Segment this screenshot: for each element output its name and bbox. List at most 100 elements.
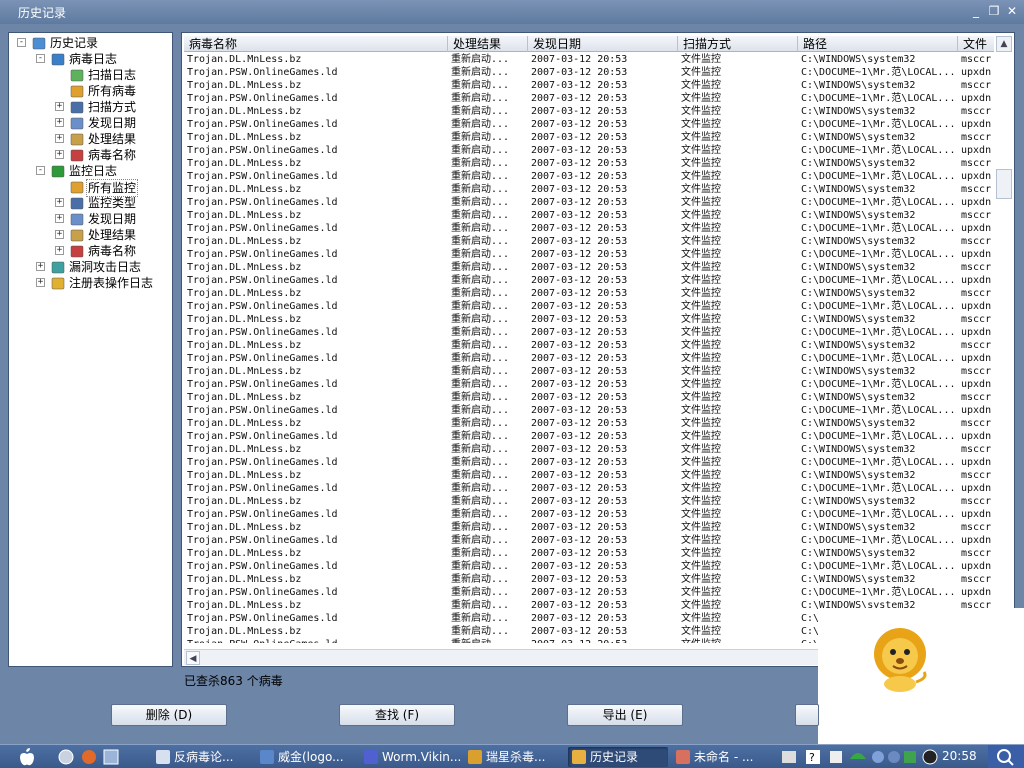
column-header-5[interactable]: 文件 (958, 36, 998, 52)
table-cell: 文件监控 (681, 145, 721, 156)
taskbar-item[interactable]: 威金(logo... (256, 747, 356, 767)
table-row[interactable]: Trojan.DL.MnLess.bz 重新启动... 2007-03-12 20:… (184, 105, 994, 118)
table-row[interactable]: Trojan.DL.MnLess.bz 重新启动... 2007-03-12 20:… (184, 157, 994, 170)
table-row[interactable]: Trojan.DL.MnLess.bz 重新启动... 2007-03-12 20:… (184, 391, 994, 404)
table-cell: upxdn (961, 197, 992, 208)
table-row[interactable]: Trojan.DL.MnLess.bz 重新启动... 2007-03-12 20:… (184, 573, 994, 586)
table-row[interactable]: Trojan.PSW.OnlineGames.ld 重新启动... 2007-03-… (184, 326, 994, 339)
table-cell: 2007-03-12 20:53 (531, 587, 628, 598)
table-row[interactable]: Trojan.PSW.OnlineGames.ld 重新启动... 2007-03-… (184, 430, 994, 443)
table-row[interactable]: Trojan.DL.MnLess.bz 重新启动... 2007-03-12 20:… (184, 287, 994, 300)
table-row[interactable]: Trojan.PSW.OnlineGames.ld 重新启动... 2007-03-… (184, 222, 994, 235)
table-cell: 重新启动... (451, 145, 510, 156)
collapse-icon[interactable]: - (17, 38, 26, 47)
title-bar[interactable]: 历史记录 _ ❐ ✕ (0, 0, 1024, 24)
scroll-up-icon[interactable]: ▲ (996, 36, 1012, 52)
table-row[interactable]: Trojan.DL.MnLess.bz 重新启动... 2007-03-12 20:… (184, 79, 994, 92)
table-cell: Trojan.DL.MnLess.bz (187, 210, 302, 221)
table-cell: upxdn (961, 145, 992, 156)
table-row[interactable]: Trojan.DL.MnLess.bz 重新启动... 2007-03-12 20:… (184, 183, 994, 196)
table-row[interactable]: Trojan.PSW.OnlineGames.ld 重新启动... 2007-03-… (184, 170, 994, 183)
expand-icon[interactable]: + (55, 134, 64, 143)
minimize-button[interactable]: _ (968, 3, 984, 19)
table-row[interactable]: Trojan.DL.MnLess.bz 重新启动... 2007-03-12 20:… (184, 339, 994, 352)
expand-icon[interactable]: + (36, 262, 45, 271)
table-row[interactable]: Trojan.DL.MnLess.bz 重新启动... 2007-03-12 20:… (184, 495, 994, 508)
table-row[interactable]: Trojan.PSW.OnlineGames.ld 重新启动... 2007-03-… (184, 404, 994, 417)
find-button[interactable]: 查找 (F) (339, 704, 455, 726)
quicklaunch-icons[interactable] (56, 745, 146, 768)
collapse-icon[interactable]: - (36, 54, 45, 63)
taskbar-item[interactable]: 反病毒论... (152, 747, 252, 767)
table-row[interactable]: Trojan.DL.MnLess.bz 重新启动... 2007-03-12 20:… (184, 209, 994, 222)
taskbar-item[interactable]: 历史记录 (568, 747, 668, 767)
table-row[interactable]: Trojan.DL.MnLess.bz 重新启动... 2007-03-12 20:… (184, 131, 994, 144)
table-row[interactable]: Trojan.PSW.OnlineGames.ld 重新启动... 2007-03-… (184, 92, 994, 105)
table-row[interactable]: Trojan.PSW.OnlineGames.ld 重新启动... 2007-03-… (184, 482, 994, 495)
delete-button[interactable]: 删除 (D) (111, 704, 227, 726)
scroll-thumb[interactable] (996, 169, 1012, 199)
table-row[interactable]: Trojan.DL.MnLess.bz 重新启动... 2007-03-12 20:… (184, 547, 994, 560)
expand-icon[interactable]: + (55, 246, 64, 255)
taskbar-item[interactable]: 瑞星杀毒... (464, 747, 564, 767)
table-cell: C:\DOCUME~1\Mr.范\LOCAL... (801, 561, 956, 572)
expand-icon[interactable]: + (55, 198, 64, 207)
table-row[interactable]: Trojan.PSW.OnlineGames.ld 重新启动... 2007-03-… (184, 196, 994, 209)
table-row[interactable]: Trojan.PSW.OnlineGames.ld 重新启动... 2007-03-… (184, 352, 994, 365)
table-row[interactable]: Trojan.PSW.OnlineGames.ld 重新启动... 2007-03-… (184, 248, 994, 261)
table-cell: msccr (961, 80, 992, 91)
expand-icon[interactable]: + (36, 278, 45, 287)
column-header-2[interactable]: 发现日期 (528, 36, 678, 52)
expand-icon[interactable]: + (55, 118, 64, 127)
taskbar-item[interactable]: Worm.Vikin... (360, 747, 460, 767)
table-row[interactable]: Trojan.DL.MnLess.bz 重新启动... 2007-03-12 20:… (184, 443, 994, 456)
table-cell: C:\WINDOWS\system32 (801, 236, 916, 247)
table-row[interactable]: Trojan.DL.MnLess.bz 重新启动... 2007-03-12 20:… (184, 235, 994, 248)
table-cell: Trojan.PSW.OnlineGames.ld (187, 535, 338, 546)
expand-icon[interactable]: + (55, 102, 64, 111)
lion-mascot-icon[interactable] (862, 624, 942, 694)
search-icon[interactable] (988, 745, 1024, 768)
taskbar-item[interactable]: 未命名 - ... (672, 747, 772, 767)
collapse-icon[interactable]: - (36, 166, 45, 175)
table-row[interactable]: Trojan.DL.MnLess.bz 重新启动... 2007-03-12 20:… (184, 365, 994, 378)
table-row[interactable]: Trojan.DL.MnLess.bz 重新启动... 2007-03-12 20:… (184, 313, 994, 326)
tree-item-label: 病毒日志 (69, 52, 118, 66)
table-cell: msccr (961, 314, 992, 325)
close-button[interactable]: ✕ (1004, 3, 1020, 19)
table-row[interactable]: Trojan.PSW.OnlineGames.ld 重新启动... 2007-03-… (184, 66, 994, 79)
table-row[interactable]: Trojan.PSW.OnlineGames.ld 重新启动... 2007-03-… (184, 508, 994, 521)
table-cell: 文件监控 (681, 67, 721, 78)
table-row[interactable]: Trojan.PSW.OnlineGames.ld 重新启动... 2007-03-… (184, 456, 994, 469)
table-row[interactable]: Trojan.PSW.OnlineGames.ld 重新启动... 2007-03-… (184, 274, 994, 287)
table-row[interactable]: Trojan.PSW.OnlineGames.ld 重新启动... 2007-03-… (184, 560, 994, 573)
table-row[interactable]: Trojan.DL.MnLess.bz 重新启动... 2007-03-12 20:… (184, 469, 994, 482)
table-cell: 重新启动... (451, 587, 510, 598)
table-row[interactable]: Trojan.DL.MnLess.bz 重新启动... 2007-03-12 20:… (184, 53, 994, 66)
table-row[interactable]: Trojan.PSW.OnlineGames.ld 重新启动... 2007-03-… (184, 144, 994, 157)
extra-button[interactable] (795, 704, 819, 726)
column-header-3[interactable]: 扫描方式 (678, 36, 798, 52)
table-row[interactable]: Trojan.DL.MnLess.bz 重新启动... 2007-03-12 20:… (184, 417, 994, 430)
column-header-0[interactable]: 病毒名称 (184, 36, 448, 52)
restore-button[interactable]: ❐ (986, 3, 1002, 19)
table-row[interactable]: Trojan.DL.MnLess.bz 重新启动... 2007-03-12 20:… (184, 261, 994, 274)
column-header-4[interactable]: 路径 (798, 36, 958, 52)
table-row[interactable]: Trojan.PSW.OnlineGames.ld 重新启动... 2007-03-… (184, 534, 994, 547)
scroll-left-icon[interactable]: ◀ (186, 651, 200, 665)
table-cell: C:\WINDOWS\system32 (801, 366, 916, 377)
table-row[interactable]: Trojan.PSW.OnlineGames.ld 重新启动... 2007-03-… (184, 118, 994, 131)
vertical-scrollbar[interactable]: ▲ (996, 36, 1012, 640)
expand-icon[interactable]: + (55, 230, 64, 239)
export-button[interactable]: 导出 (E) (567, 704, 683, 726)
start-button[interactable] (0, 745, 48, 768)
column-header-1[interactable]: 处理结果 (448, 36, 528, 52)
expand-icon[interactable]: + (55, 214, 64, 223)
table-row[interactable]: Trojan.DL.MnLess.bz 重新启动... 2007-03-12 20:… (184, 521, 994, 534)
table-cell: upxdn (961, 561, 992, 572)
table-row[interactable]: Trojan.PSW.OnlineGames.ld 重新启动... 2007-03-… (184, 378, 994, 391)
expand-icon[interactable]: + (55, 150, 64, 159)
table-row[interactable]: Trojan.PSW.OnlineGames.ld 重新启动... 2007-03-… (184, 300, 994, 313)
table-cell: Trojan.DL.MnLess.bz (187, 626, 302, 637)
table-row[interactable]: Trojan.PSW.OnlineGames.ld 重新启动... 2007-03-… (184, 586, 994, 599)
